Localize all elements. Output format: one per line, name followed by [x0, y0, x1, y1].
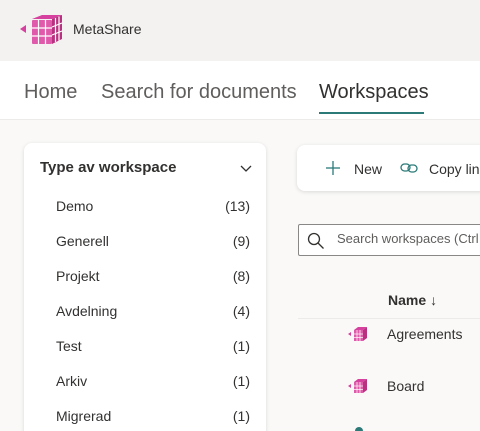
workspace-icon	[348, 379, 367, 393]
chevron-down-icon[interactable]	[240, 163, 252, 173]
sort-down-arrow-icon: ↓	[430, 292, 438, 308]
name-column-header[interactable]: Name ↓	[388, 292, 437, 308]
search-input[interactable]	[337, 231, 480, 246]
link-icon	[400, 163, 418, 173]
workspace-type-filter: Type av workspace Demo (13) Generell (9)…	[24, 143, 266, 431]
metashare-logo-icon	[20, 15, 63, 44]
filter-item-count: (4)	[232, 303, 250, 319]
workspace-name[interactable]: Board	[387, 378, 424, 394]
copy-link-button[interactable]: Copy lin	[400, 159, 480, 179]
filter-item-label: Demo	[56, 198, 94, 214]
filter-item-label: Projekt	[56, 268, 100, 284]
table-row[interactable]: Board	[298, 366, 480, 406]
filter-item-count: (1)	[232, 373, 250, 389]
table-row[interactable]: Agreements	[298, 314, 480, 354]
tab-home[interactable]: Home	[24, 81, 77, 104]
filter-item-label: Test	[56, 338, 82, 354]
command-bar: New Copy lin	[297, 145, 480, 191]
filter-item-label: Arkiv	[56, 373, 88, 389]
workspace-icon	[348, 327, 367, 341]
workspace-icon	[355, 427, 363, 431]
new-button[interactable]: New	[325, 159, 385, 179]
top-bar: MetaShare	[0, 0, 480, 61]
filter-title: Type av workspace	[40, 159, 177, 176]
filter-item-demo[interactable]: Demo (13)	[56, 195, 250, 217]
filter-item-count: (8)	[232, 268, 250, 284]
new-button-label: New	[354, 161, 383, 177]
main-nav: Home Search for documents Workspaces	[0, 61, 480, 120]
active-tab-indicator	[319, 112, 424, 114]
name-column-label: Name	[388, 292, 427, 308]
filter-item-count: (1)	[232, 408, 250, 424]
filter-item-test[interactable]: Test (1)	[56, 335, 250, 357]
filter-item-label: Migrerad	[56, 408, 112, 424]
workspace-name[interactable]: Agreements	[387, 326, 462, 342]
filter-item-label: Generell	[56, 233, 109, 249]
plus-icon	[326, 161, 340, 175]
app-name: MetaShare	[73, 21, 142, 37]
search-box[interactable]	[298, 224, 480, 256]
tab-workspaces[interactable]: Workspaces	[319, 81, 429, 104]
filter-item-count: (13)	[225, 198, 250, 214]
filter-item-label: Avdelning	[56, 303, 118, 319]
search-icon	[307, 232, 324, 249]
tab-search-for-documents[interactable]: Search for documents	[101, 81, 297, 104]
filter-item-count: (1)	[232, 338, 250, 354]
filter-item-generell[interactable]: Generell (9)	[56, 230, 250, 252]
filter-item-migrerad[interactable]: Migrerad (1)	[56, 405, 250, 427]
filter-item-projekt[interactable]: Projekt (8)	[56, 265, 250, 287]
filter-item-arkiv[interactable]: Arkiv (1)	[56, 370, 250, 392]
copy-link-button-label: Copy lin	[429, 161, 480, 177]
filter-item-count: (9)	[232, 233, 250, 249]
filter-item-avdelning[interactable]: Avdelning (4)	[56, 300, 250, 322]
